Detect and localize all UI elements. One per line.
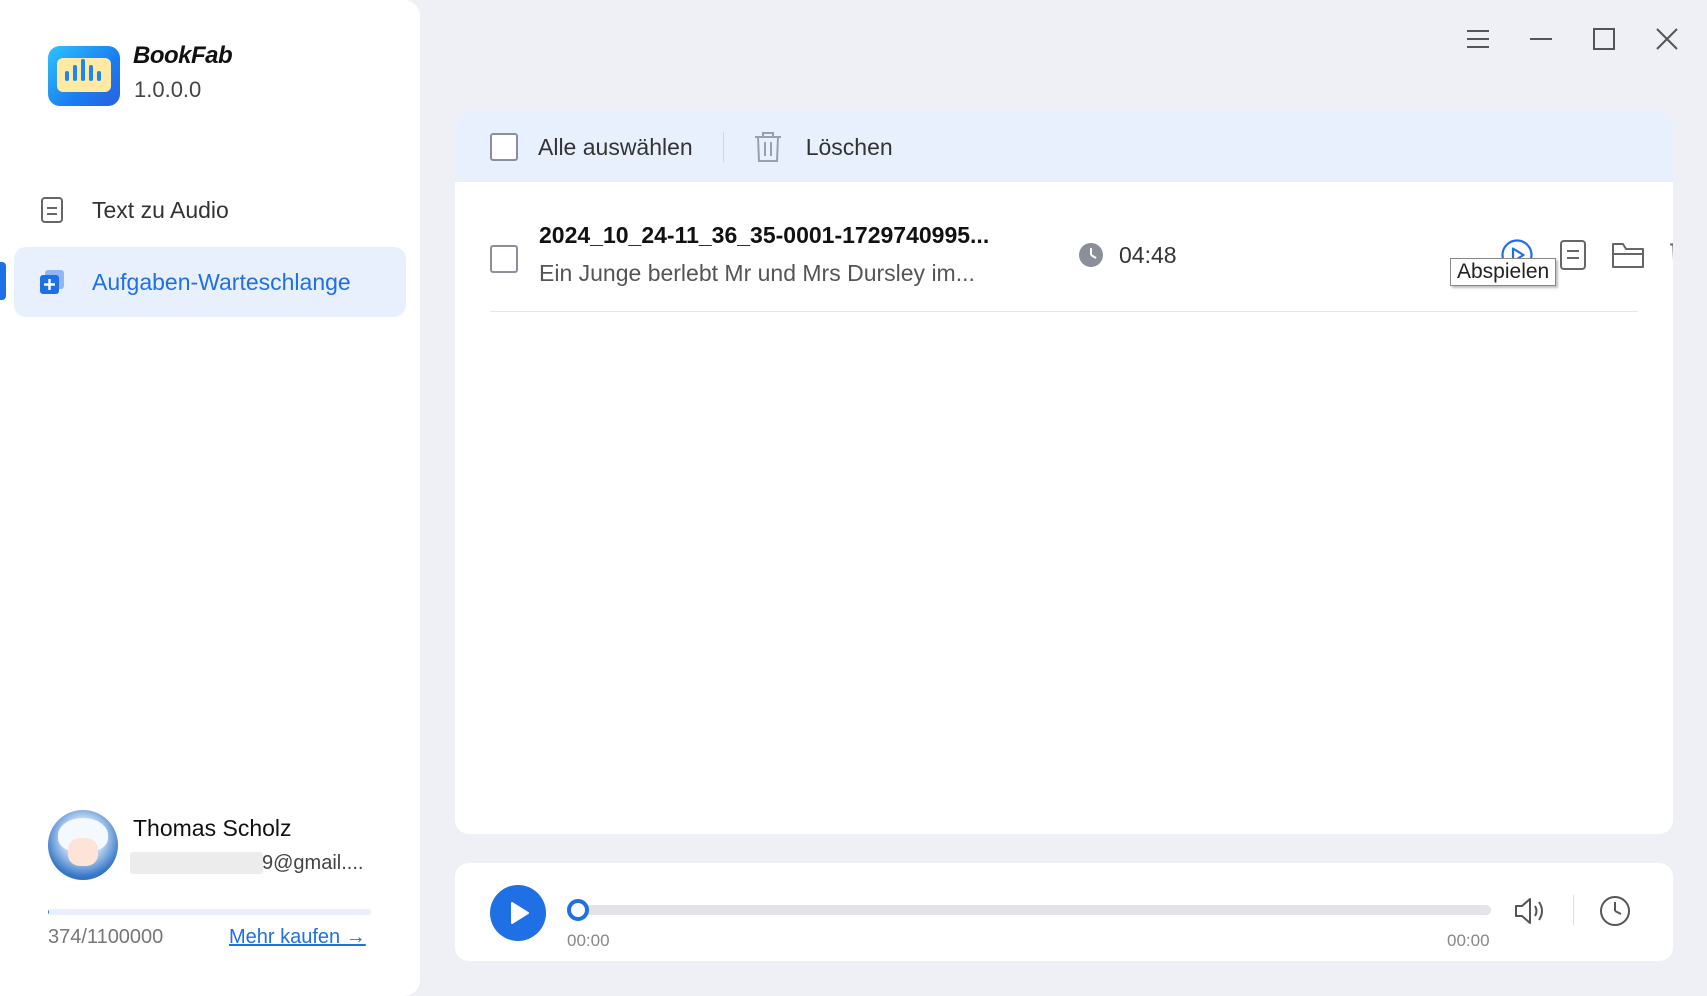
sidebar-item-text-to-audio[interactable]: Text zu Audio: [14, 175, 406, 245]
email-redaction: [130, 852, 263, 874]
task-list-panel: Alle auswählen Löschen 2024_10_24-11_36_…: [455, 112, 1673, 834]
clock-icon: [1078, 242, 1104, 268]
maximize-icon[interactable]: [1587, 22, 1621, 56]
sidebar-item-label: Aufgaben-Warteschlange: [92, 268, 351, 295]
row-checkbox[interactable]: [490, 245, 518, 273]
list-toolbar: Alle auswählen Löschen: [455, 112, 1673, 182]
quota-text: 374/1100000: [48, 926, 164, 948]
trash-icon[interactable]: [752, 131, 784, 163]
player-play-button[interactable]: [490, 885, 546, 941]
close-icon[interactable]: [1650, 22, 1684, 56]
audio-player: 00:00 00:00: [455, 863, 1673, 961]
sidebar-item-label: Text zu Audio: [92, 196, 229, 223]
app-name: BookFab: [133, 42, 233, 69]
user-email: 9@gmail....: [262, 852, 364, 874]
quota-bar: [48, 909, 371, 915]
timer-icon[interactable]: [1597, 893, 1633, 929]
app-logo-icon: [48, 46, 120, 106]
toolbar-divider: [722, 132, 724, 162]
current-time: 00:00: [567, 931, 610, 950]
play-tooltip: Abspielen: [1450, 258, 1557, 286]
task-duration: 04:48: [1119, 242, 1177, 268]
delete-button[interactable]: Löschen: [806, 134, 893, 161]
app-version: 1.0.0.0: [134, 77, 202, 102]
active-nav-indicator: [0, 262, 6, 300]
quota-bar-fill: [48, 909, 49, 915]
row-trash-icon[interactable]: [1667, 238, 1673, 272]
folder-icon[interactable]: [1611, 238, 1645, 272]
task-title: 2024_10_24-11_36_35-0001-1729740995...: [539, 222, 990, 248]
user-name: Thomas Scholz: [133, 815, 292, 841]
sidebar-item-task-queue[interactable]: Aufgaben-Warteschlange: [14, 247, 406, 317]
avatar[interactable]: [48, 810, 118, 880]
buy-more-link[interactable]: Mehr kaufen →: [229, 926, 366, 949]
total-time: 00:00: [1447, 931, 1490, 950]
menu-icon[interactable]: [1461, 22, 1495, 56]
minimize-icon[interactable]: [1524, 22, 1558, 56]
document-icon: [38, 196, 66, 224]
player-divider: [1573, 895, 1574, 925]
progress-handle[interactable]: [567, 899, 589, 921]
task-subtitle: Ein Junge berlebt Mr und Mrs Dursley im.…: [539, 260, 975, 286]
select-all-label[interactable]: Alle auswählen: [538, 134, 693, 161]
volume-icon[interactable]: [1512, 893, 1548, 929]
progress-track[interactable]: [568, 905, 1491, 915]
queue-icon: [38, 268, 66, 296]
sidebar: BookFab 1.0.0.0 Text zu Audio Aufgaben-W…: [0, 0, 420, 996]
view-text-icon[interactable]: [1556, 238, 1590, 272]
select-all-checkbox[interactable]: [490, 133, 518, 161]
